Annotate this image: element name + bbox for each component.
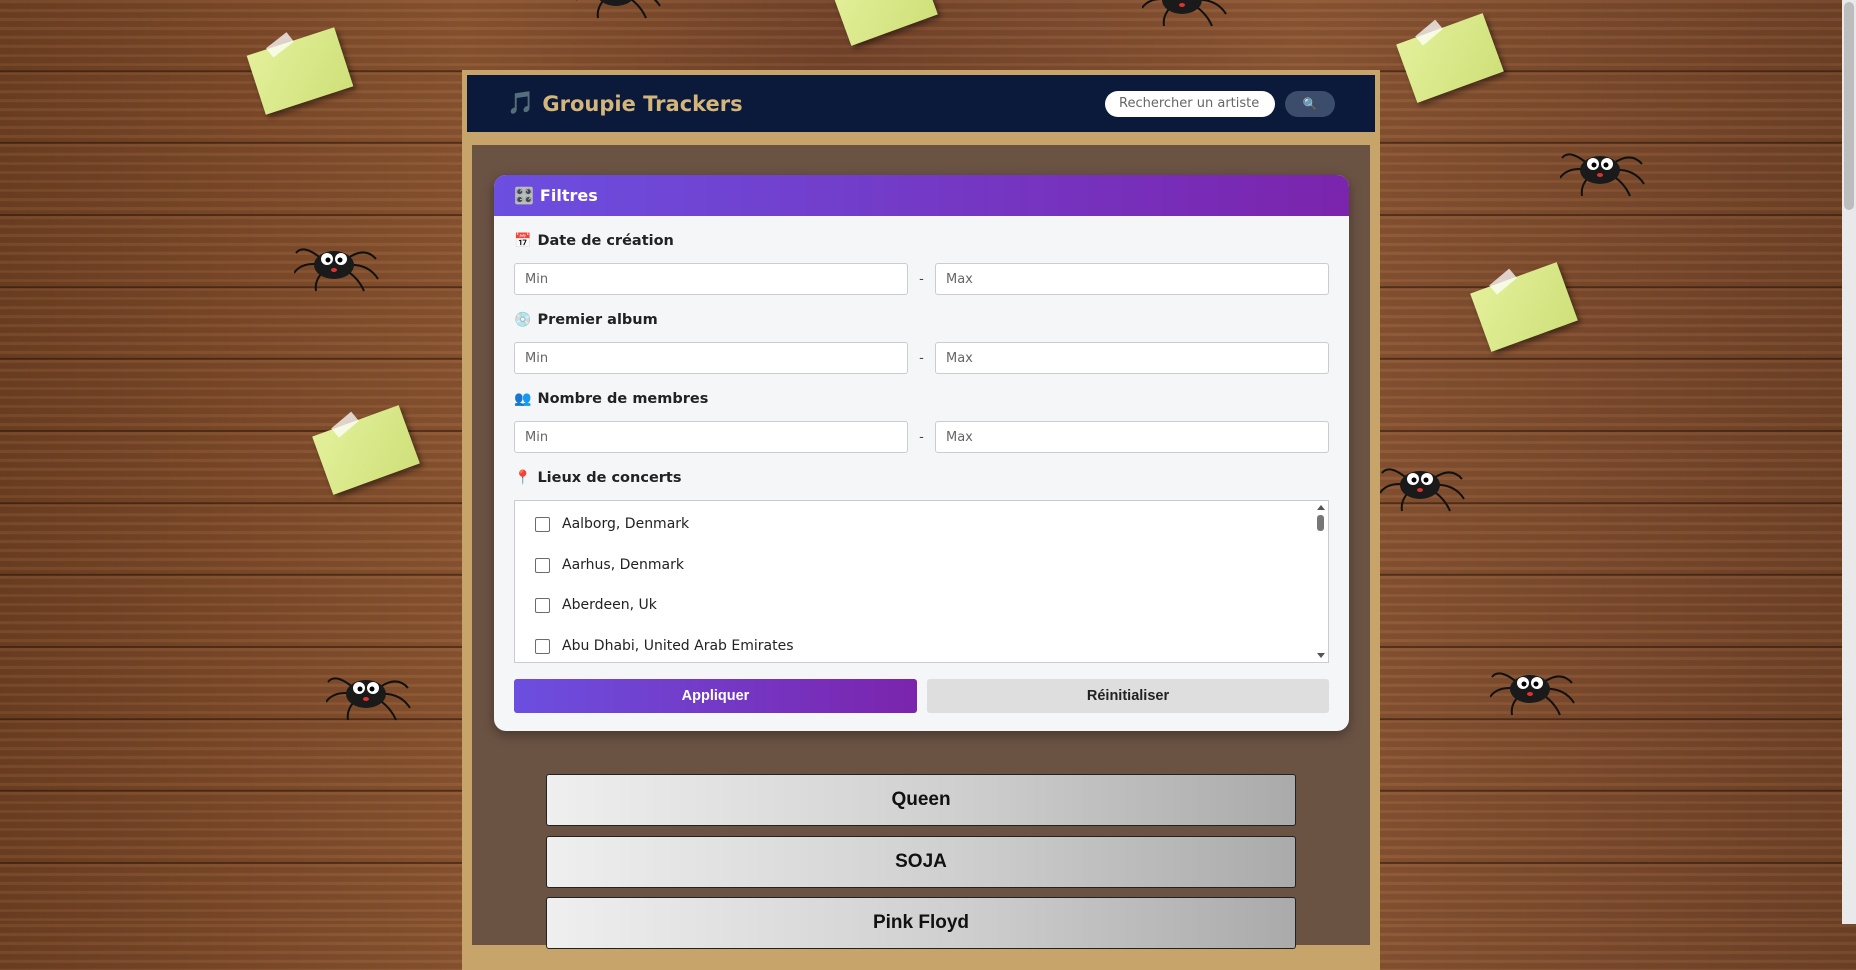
spider-icon xyxy=(1380,468,1465,512)
scroll-down-arrow-icon[interactable] xyxy=(1317,653,1325,658)
calendar-icon: 📅 xyxy=(514,233,532,249)
locations-scrollbar-thumb[interactable] xyxy=(1317,515,1324,531)
location-label: Abu Dhabi, United Arab Emirates xyxy=(562,638,794,654)
apply-button[interactable]: Appliquer xyxy=(514,679,917,713)
first-album-min-input[interactable] xyxy=(514,342,908,374)
spider-icon xyxy=(1490,672,1575,716)
spider-icon xyxy=(1560,153,1645,197)
artist-card[interactable]: Queen xyxy=(546,774,1296,826)
music-note-icon: 🎵 xyxy=(507,91,535,116)
sticky-note xyxy=(830,0,938,46)
creation-date-label-text: Date de création xyxy=(537,233,674,249)
pin-icon: 📍 xyxy=(514,470,532,486)
location-item[interactable]: Aberdeen, Uk xyxy=(535,597,657,613)
creation-date-label: 📅 Date de création xyxy=(514,233,674,249)
location-item[interactable]: Abu Dhabi, United Arab Emirates xyxy=(535,638,794,654)
scroll-up-arrow-icon[interactable] xyxy=(1317,505,1325,510)
range-separator: - xyxy=(919,429,924,445)
range-separator: - xyxy=(919,350,924,366)
artist-card[interactable]: Pink Floyd xyxy=(546,897,1296,949)
locations-scrollbar[interactable] xyxy=(1314,501,1328,662)
location-checkbox[interactable] xyxy=(535,516,550,532)
creation-date-max-input[interactable] xyxy=(935,263,1329,295)
members-max-input[interactable] xyxy=(935,421,1329,453)
site-title: Groupie Trackers xyxy=(542,91,743,116)
filters-header: 🎛️ Filtres xyxy=(494,175,1349,216)
reset-button[interactable]: Réinitialiser xyxy=(927,679,1329,713)
creation-date-range: - xyxy=(514,263,1329,295)
members-label-text: Nombre de membres xyxy=(537,391,709,407)
spider-icon xyxy=(294,248,379,292)
sticky-note xyxy=(246,27,354,115)
location-item[interactable]: Aarhus, Denmark xyxy=(535,557,684,573)
search-icon: 🔍 xyxy=(1302,96,1318,111)
filters-panel: 🎛️ Filtres 📅 Date de création - 💿 Premie… xyxy=(494,175,1349,731)
first-album-label: 💿 Premier album xyxy=(514,312,658,328)
location-checkbox[interactable] xyxy=(535,557,550,573)
site-header: 🎵 Groupie Trackers 🔍 xyxy=(467,75,1375,132)
members-min-input[interactable] xyxy=(514,421,908,453)
search-bar: 🔍 xyxy=(1105,90,1335,117)
sticky-note xyxy=(1396,13,1504,103)
locations-label-text: Lieux de concerts xyxy=(537,470,682,486)
location-checkbox[interactable] xyxy=(535,638,550,654)
location-label: Aarhus, Denmark xyxy=(562,557,684,573)
locations-label: 📍 Lieux de concerts xyxy=(514,470,682,486)
spider-icon xyxy=(576,0,661,19)
members-range: - xyxy=(514,421,1329,453)
spider-icon xyxy=(1142,0,1227,27)
search-button[interactable]: 🔍 xyxy=(1285,90,1335,117)
first-album-max-input[interactable] xyxy=(935,342,1329,374)
control-knobs-icon: 🎛️ xyxy=(514,186,534,205)
people-icon: 👥 xyxy=(514,391,532,407)
creation-date-min-input[interactable] xyxy=(514,263,908,295)
first-album-range: - xyxy=(514,342,1329,374)
location-label: Aalborg, Denmark xyxy=(562,516,690,532)
location-item[interactable]: Aalborg, Denmark xyxy=(535,516,689,532)
location-checkbox[interactable] xyxy=(535,597,550,613)
locations-list[interactable]: Aalborg, Denmark Aarhus, Denmark Aberdee… xyxy=(514,500,1329,663)
brand[interactable]: 🎵 Groupie Trackers xyxy=(507,91,743,116)
search-input[interactable] xyxy=(1105,90,1275,117)
range-separator: - xyxy=(919,271,924,287)
page-scrollbar[interactable] xyxy=(1842,0,1856,924)
members-label: 👥 Nombre de membres xyxy=(514,391,708,407)
filters-title: Filtres xyxy=(539,186,598,205)
spider-icon xyxy=(326,677,411,721)
sticky-note xyxy=(1470,262,1578,352)
disc-icon: 💿 xyxy=(514,312,532,328)
location-label: Aberdeen, Uk xyxy=(562,597,657,613)
artist-card[interactable]: SOJA xyxy=(546,836,1296,888)
first-album-label-text: Premier album xyxy=(537,312,658,328)
page-scrollbar-thumb[interactable] xyxy=(1844,2,1854,210)
sticky-note xyxy=(312,405,420,495)
